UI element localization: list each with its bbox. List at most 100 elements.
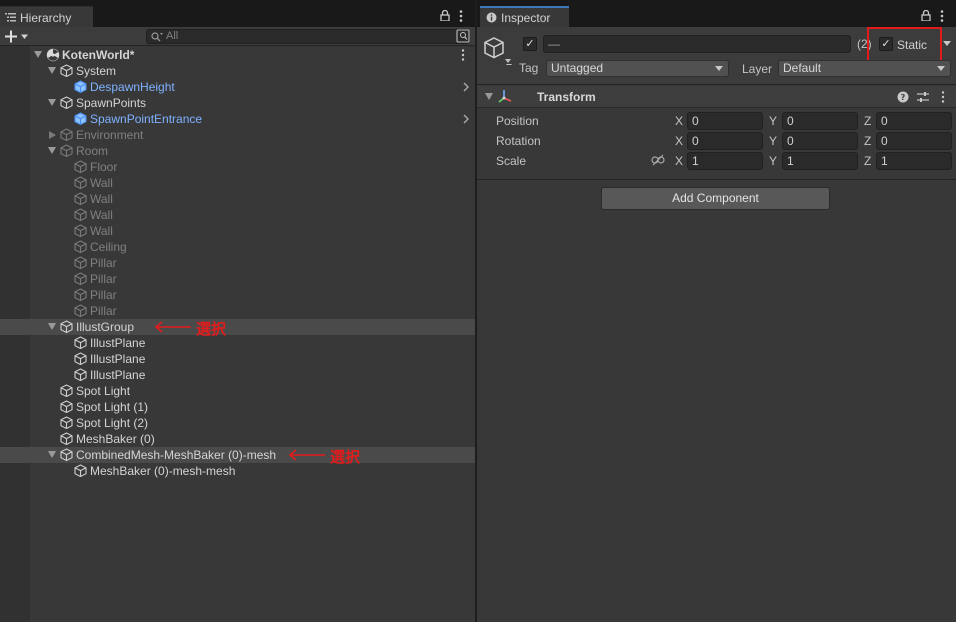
object-header: ✓ — (2) ✓ Static Tag Untagged Layer Defa… xyxy=(477,27,956,85)
hierarchy-row[interactable]: Wall xyxy=(0,175,475,191)
tab-hierarchy[interactable]: Hierarchy xyxy=(0,6,93,27)
static-dropdown-caret-icon[interactable] xyxy=(943,41,951,46)
scale-y-field[interactable]: 1 xyxy=(782,152,858,170)
hierarchy-row-label: IllustPlane xyxy=(90,336,146,350)
hierarchy-row[interactable]: Environment xyxy=(0,127,475,143)
chevron-right-icon[interactable] xyxy=(463,114,469,124)
icon-picker-caret-icon[interactable] xyxy=(505,59,511,63)
add-component-button[interactable]: Add Component xyxy=(601,187,830,210)
add-plus-dropdown-icon[interactable] xyxy=(5,30,31,43)
gameobject-cube-icon xyxy=(60,416,73,429)
position-x-field[interactable]: 0 xyxy=(687,112,763,130)
component-kebab-menu-icon[interactable] xyxy=(941,91,945,103)
hierarchy-row[interactable]: SpawnPointEntrance xyxy=(0,111,475,127)
gameobject-cube-icon xyxy=(74,208,87,221)
hierarchy-row-label: Pillar xyxy=(90,288,117,302)
position-y-field[interactable]: 0 xyxy=(782,112,858,130)
transform-axes-icon xyxy=(498,89,513,104)
hierarchy-row[interactable]: KotenWorld* xyxy=(0,47,475,63)
transform-header[interactable]: Transform ? xyxy=(477,86,956,108)
foldout-arrow-icon[interactable] xyxy=(485,93,493,100)
chevron-right-icon[interactable] xyxy=(463,82,469,92)
rotation-z-field[interactable]: 0 xyxy=(876,132,952,150)
foldout-expanded-icon[interactable] xyxy=(48,99,56,106)
gameobject-cube-icon xyxy=(60,128,73,141)
foldout-expanded-icon[interactable] xyxy=(48,323,56,330)
hierarchy-row-label: DespawnHeight xyxy=(90,80,175,94)
object-name-input[interactable]: — xyxy=(543,35,851,53)
hierarchy-row[interactable]: IllustPlane xyxy=(0,335,475,351)
hierarchy-row[interactable]: Wall xyxy=(0,191,475,207)
static-checkbox[interactable]: ✓ xyxy=(879,37,893,51)
hierarchy-row-label: SpawnPointEntrance xyxy=(90,112,203,126)
unity-scene-icon xyxy=(46,48,60,62)
help-icon[interactable]: ? xyxy=(897,91,909,103)
static-label: Static xyxy=(897,38,928,52)
foldout-expanded-icon[interactable] xyxy=(48,451,56,458)
scale-x-field[interactable]: 1 xyxy=(687,152,763,170)
gameobject-cube-icon xyxy=(74,160,87,173)
gameobject-cube-icon xyxy=(60,432,73,445)
tag-dropdown[interactable]: Untagged xyxy=(546,60,729,77)
hierarchy-row[interactable]: Pillar xyxy=(0,303,475,319)
kebab-menu-icon[interactable] xyxy=(940,10,944,22)
hierarchy-row[interactable]: Room xyxy=(0,143,475,159)
hierarchy-row[interactable]: Ceiling xyxy=(0,239,475,255)
hierarchy-row[interactable]: IllustPlane xyxy=(0,351,475,367)
hierarchy-row[interactable]: Spot Light (1) xyxy=(0,399,475,415)
layer-dropdown[interactable]: Default xyxy=(778,60,951,77)
hierarchy-row[interactable]: IllustGroup 選択 xyxy=(0,319,475,338)
presets-sliders-icon[interactable] xyxy=(917,91,929,103)
tab-inspector[interactable]: Inspector xyxy=(480,6,569,27)
hierarchy-row[interactable]: System xyxy=(0,63,475,79)
gameobject-cube-icon xyxy=(74,176,87,189)
hierarchy-row[interactable]: Spot Light xyxy=(0,383,475,399)
gameobject-cube-icon xyxy=(74,352,87,365)
axis-x-label: X xyxy=(675,114,684,128)
hierarchy-row-label: MeshBaker (0)-mesh-mesh xyxy=(90,464,236,478)
hierarchy-row-label: MeshBaker (0) xyxy=(76,432,155,446)
foldout-expanded-icon[interactable] xyxy=(48,147,56,154)
search-type-filter-icon[interactable] xyxy=(456,29,470,43)
hierarchy-row[interactable]: Floor xyxy=(0,159,475,175)
hierarchy-row[interactable]: Wall xyxy=(0,207,475,223)
svg-text:?: ? xyxy=(901,93,906,102)
hierarchy-row[interactable]: CombinedMesh-MeshBaker (0)-mesh 選択 xyxy=(0,447,475,466)
hierarchy-row[interactable]: DespawnHeight xyxy=(0,79,475,95)
hierarchy-row-label: Room xyxy=(76,144,109,158)
active-checkbox[interactable]: ✓ xyxy=(523,37,537,51)
lock-icon[interactable] xyxy=(440,10,450,21)
tab-inspector-label: Inspector xyxy=(501,11,551,25)
hierarchy-row[interactable]: Pillar xyxy=(0,271,475,287)
hierarchy-row[interactable]: Spot Light (2) xyxy=(0,415,475,431)
foldout-collapsed-icon[interactable] xyxy=(49,131,56,139)
hierarchy-row-label: CombinedMesh-MeshBaker (0)-mesh xyxy=(76,448,277,462)
rotation-y-field[interactable]: 0 xyxy=(782,132,858,150)
rotation-label: Rotation xyxy=(496,134,541,148)
scale-z-field[interactable]: 1 xyxy=(876,152,952,170)
hierarchy-row[interactable]: IllustPlane xyxy=(0,367,475,383)
constrain-proportions-link-icon[interactable] xyxy=(651,154,665,166)
foldout-expanded-icon[interactable] xyxy=(34,51,42,58)
scene-kebab-menu-icon[interactable] xyxy=(461,49,465,61)
scale-label: Scale xyxy=(496,154,527,168)
hierarchy-search-input[interactable]: All xyxy=(146,29,470,44)
gameobject-cube-icon xyxy=(74,192,87,205)
gameobject-cube-icon xyxy=(60,64,73,77)
rotation-x-field[interactable]: 0 xyxy=(687,132,763,150)
axis-x-label: X xyxy=(675,154,684,168)
gameobject-cube-icon xyxy=(60,144,73,157)
hierarchy-row-label: IllustGroup xyxy=(76,320,135,334)
hierarchy-row[interactable]: MeshBaker (0)-mesh-mesh xyxy=(0,463,475,479)
hierarchy-row[interactable]: MeshBaker (0) xyxy=(0,431,475,447)
hierarchy-row[interactable]: Pillar xyxy=(0,255,475,271)
position-z-field[interactable]: 0 xyxy=(876,112,952,130)
foldout-expanded-icon[interactable] xyxy=(48,67,56,74)
hierarchy-row[interactable]: Pillar xyxy=(0,287,475,303)
kebab-menu-icon[interactable] xyxy=(459,10,463,22)
rotation-row: Rotation X 0 Y 0 Z 0 xyxy=(477,131,956,151)
hierarchy-row[interactable]: Wall xyxy=(0,223,475,239)
hierarchy-row[interactable]: SpawnPoints xyxy=(0,95,475,111)
chevron-down-icon xyxy=(937,66,945,71)
lock-icon[interactable] xyxy=(921,10,931,21)
